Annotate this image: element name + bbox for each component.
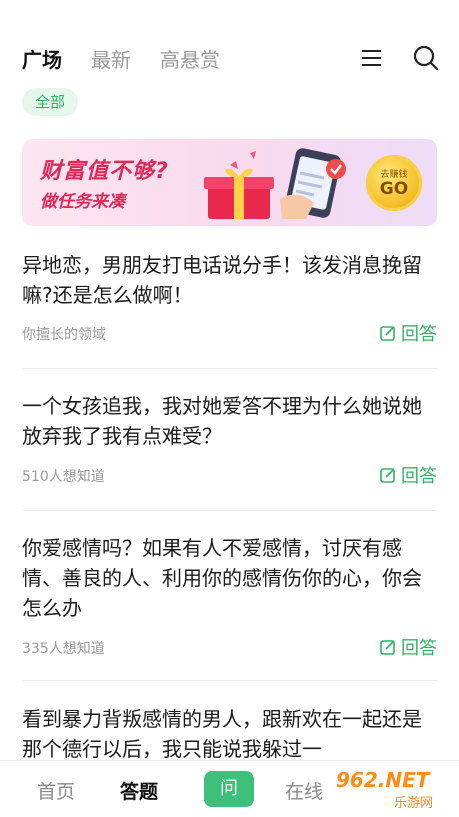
- question-meta: 335人想知道: [22, 641, 105, 657]
- ask-button[interactable]: 问: [204, 771, 254, 807]
- edit-icon: [380, 326, 395, 341]
- tab-latest[interactable]: 最新: [91, 44, 131, 73]
- answer-label: 回答: [401, 324, 437, 345]
- menu-icon[interactable]: [357, 43, 387, 73]
- question-item[interactable]: 一个女孩追我，我对她爱答不理为什么她说她放弃我了我有点难受？ 510人想知道 回…: [22, 391, 437, 501]
- banner-headline: 财富值不够?: [40, 159, 169, 184]
- watermark-main: 962.NET: [336, 768, 430, 792]
- gift-phone-illustration: [204, 148, 346, 219]
- tab-square[interactable]: 广场: [22, 44, 62, 73]
- edit-icon: [380, 640, 395, 655]
- nav-home[interactable]: 首页: [37, 777, 75, 804]
- question-title[interactable]: 一个女孩追我，我对她爱答不理为什么她说她放弃我了我有点难受？: [22, 391, 437, 451]
- answer-button[interactable]: 回答: [379, 634, 437, 660]
- nav-online[interactable]: 在线: [285, 777, 323, 804]
- coin-go-label: GO: [379, 179, 409, 199]
- site-watermark: 962.NET 乐游网: [330, 768, 455, 812]
- question-item[interactable]: 看到暴力背叛感情的男人，跟新欢在一起还是那个德行以后，我只能说我躲过一: [22, 704, 437, 760]
- banner-subline: 做任务来凑: [40, 192, 125, 212]
- answer-label: 回答: [401, 638, 437, 659]
- edit-icon: [380, 468, 395, 483]
- question-meta: 你擅长的领域: [22, 327, 106, 343]
- task-banner[interactable]: 财富值不够? 做任务来凑 去赚钱 GO: [22, 139, 437, 226]
- watermark-sub: 乐游网: [394, 796, 434, 811]
- question-title[interactable]: 看到暴力背叛感情的男人，跟新欢在一起还是那个德行以后，我只能说我躲过一: [22, 704, 437, 760]
- question-title[interactable]: 异地恋，男朋友打电话说分手！该发消息挽留嘛?还是怎么做啊！: [22, 250, 437, 310]
- question-title[interactable]: 你爱感情吗？如果有人不爱感情，讨厌有感情、善良的人、利用你的感情伤你的心，你会怎…: [22, 533, 437, 623]
- question-item[interactable]: 异地恋，男朋友打电话说分手！该发消息挽留嘛?还是怎么做啊！ 你擅长的领域 回答: [22, 250, 437, 360]
- top-bar: 广场 最新 高悬赏: [0, 0, 459, 80]
- divider: [22, 680, 437, 681]
- question-meta: 510人想知道: [22, 469, 105, 485]
- divider: [22, 510, 437, 511]
- filter-chip-all[interactable]: 全部: [22, 88, 79, 116]
- go-coin-button[interactable]: 去赚钱 GO: [366, 155, 422, 211]
- search-icon[interactable]: [411, 43, 441, 73]
- answer-button[interactable]: 回答: [379, 462, 437, 488]
- tab-high-reward[interactable]: 高悬赏: [160, 44, 220, 73]
- answer-label: 回答: [401, 466, 437, 487]
- question-item[interactable]: 你爱感情吗？如果有人不爱感情，讨厌有感情、善良的人、利用你的感情伤你的心，你会怎…: [22, 533, 437, 663]
- answer-button[interactable]: 回答: [379, 320, 437, 346]
- nav-answer[interactable]: 答题: [120, 777, 158, 804]
- divider: [22, 368, 437, 369]
